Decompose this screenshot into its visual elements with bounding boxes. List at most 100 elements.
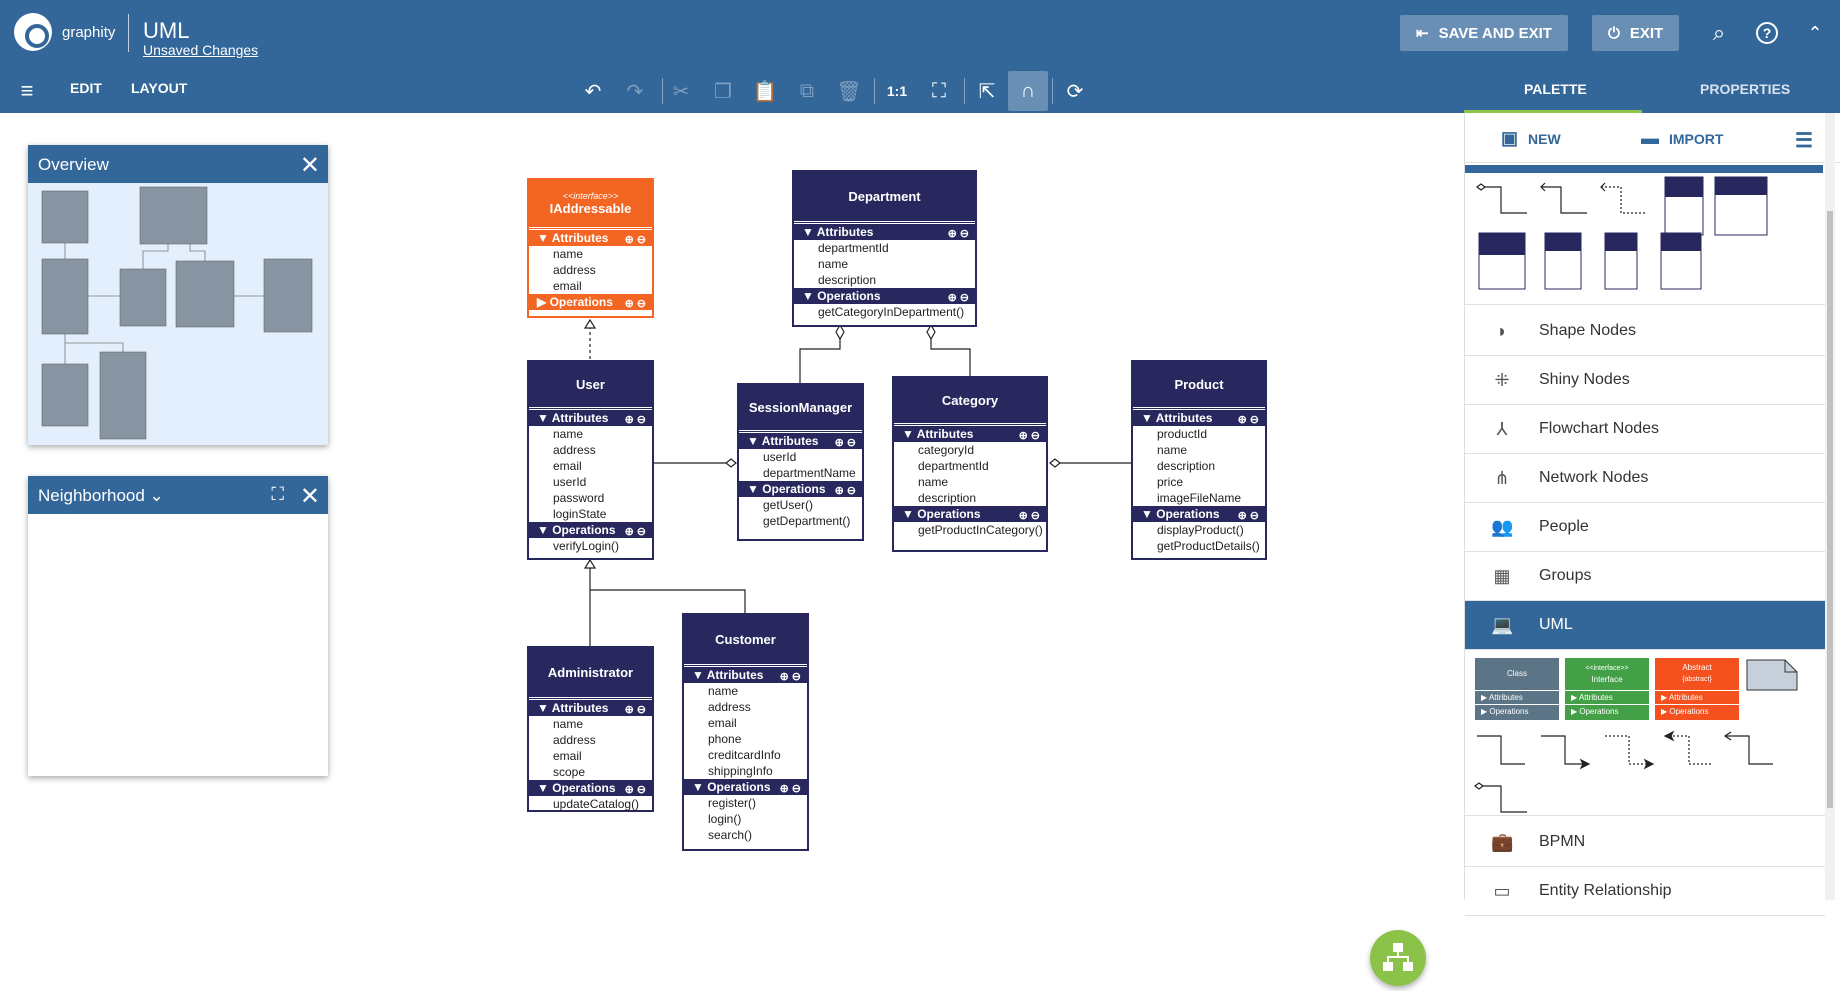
- attributes-section[interactable]: ▼ Attributes ⊕⊖: [684, 667, 807, 683]
- zoom-1-1-button[interactable]: 1:1: [882, 76, 912, 106]
- graphity-logo: [14, 13, 52, 51]
- uml-edge-palette[interactable]: [1465, 730, 1825, 816]
- attribute-item: name: [818, 257, 849, 271]
- category-people[interactable]: 👥 People: [1465, 503, 1825, 552]
- duplicate-icon[interactable]: ⧉: [792, 76, 822, 106]
- uml-class-customer[interactable]: Customer ▼ Attributes ⊕⊖ name address ema…: [682, 613, 809, 851]
- tab-properties[interactable]: PROPERTIES: [1700, 81, 1790, 97]
- palette-abstract-template[interactable]: Abstract {abstract} ▶ Attributes ▶ Operat…: [1655, 658, 1739, 720]
- tab-palette[interactable]: PALETTE: [1524, 81, 1587, 97]
- new-button[interactable]: ▣ NEW: [1501, 128, 1561, 149]
- operations-section[interactable]: ▶ Operations ⊕⊖: [529, 294, 652, 310]
- category-network-nodes[interactable]: ⋔ Network Nodes: [1465, 454, 1825, 503]
- undo-icon[interactable]: ↶: [578, 76, 608, 106]
- operations-section[interactable]: ▼ Operations ⊕⊖: [1133, 506, 1265, 522]
- snapping-icon[interactable]: ⇱: [972, 76, 1002, 106]
- attribute-item: address: [553, 443, 596, 457]
- neighborhood-title[interactable]: Neighborhood: [38, 486, 145, 505]
- chevron-down-icon[interactable]: ⌄: [150, 486, 164, 505]
- close-icon[interactable]: ✕: [300, 482, 320, 511]
- attributes-section[interactable]: ▼ Attributes ⊕⊖: [794, 224, 975, 240]
- copy-icon[interactable]: ❐: [708, 76, 738, 106]
- help-icon[interactable]: ?: [1752, 18, 1782, 48]
- close-icon[interactable]: ✕: [300, 151, 320, 180]
- collapse-icon[interactable]: ⌃: [1800, 18, 1830, 48]
- category-shiny-nodes[interactable]: ⁜ Shiny Nodes: [1465, 356, 1825, 405]
- uml-class-category[interactable]: Category ▼ Attributes ⊕⊖ categoryId depar…: [892, 376, 1048, 552]
- category-uml[interactable]: 💻 UML: [1465, 601, 1825, 650]
- uml-class-product[interactable]: Product ▼ Attributes ⊕⊖ productId name de…: [1131, 360, 1267, 560]
- category-groups[interactable]: ▦ Groups: [1465, 552, 1825, 601]
- sparkle-icon: ⁜: [1494, 369, 1510, 390]
- attributes-section[interactable]: ▼ Attributes ⊕⊖: [529, 410, 652, 426]
- category-entity-relationship[interactable]: ▭ Entity Relationship: [1465, 867, 1825, 916]
- network-icon: ⋔: [1494, 467, 1510, 488]
- operations-section[interactable]: ▼ Operations ⊕⊖: [684, 779, 807, 795]
- delete-icon[interactable]: 🗑: [834, 76, 864, 106]
- uml-class-user[interactable]: User ▼ Attributes ⊕⊖ name address email u…: [527, 360, 654, 560]
- import-button[interactable]: ▬ IMPORT: [1641, 128, 1723, 149]
- auto-layout-fab[interactable]: [1370, 930, 1426, 986]
- uml-edge-templates[interactable]: [1465, 173, 1825, 303]
- overview-minimap[interactable]: [28, 183, 328, 445]
- diagram-canvas[interactable]: <<interface>> IAddressable ▼ Attributes ⊕…: [0, 113, 1464, 986]
- palette-interface-template[interactable]: <<interface>> Interface ▶ Attributes ▶ Op…: [1565, 658, 1649, 720]
- attribute-item: departmentName: [763, 466, 856, 480]
- attributes-section[interactable]: ▼ Attributes ⊕⊖: [739, 433, 862, 449]
- save-and-exit-button[interactable]: ⇤ SAVE AND EXIT: [1400, 15, 1568, 51]
- paste-icon[interactable]: 📋: [750, 76, 780, 106]
- operations-section[interactable]: ▼ Operations ⊕⊖: [739, 481, 862, 497]
- uml-class-administrator[interactable]: Administrator ▼ Attributes ⊕⊖ name addres…: [527, 646, 654, 812]
- attribute-item: shippingInfo: [708, 764, 773, 778]
- magnet-icon[interactable]: ∩: [1008, 71, 1048, 111]
- generalization-arrowhead: [583, 558, 597, 569]
- fit-content-icon[interactable]: ⛶: [924, 76, 954, 106]
- refresh-layout-icon[interactable]: ⟳: [1060, 76, 1090, 106]
- aggregation-diamond: [835, 323, 845, 341]
- exit-button[interactable]: ⏻ EXIT: [1592, 15, 1680, 51]
- operations-section[interactable]: ▼ Operations ⊕⊖: [529, 522, 652, 538]
- laptop-icon: 💻: [1491, 614, 1514, 635]
- palette-class-template[interactable]: Class ▶ Attributes ▶ Operations: [1475, 658, 1559, 720]
- operations-section[interactable]: ▼ Operations ⊕⊖: [794, 288, 975, 304]
- operations-section[interactable]: ▼ Operations ⊕⊖: [894, 506, 1046, 522]
- attributes-section[interactable]: ▼ Attributes ⊕⊖: [529, 700, 652, 716]
- redo-icon[interactable]: ↷: [620, 76, 650, 106]
- menu-icon[interactable]: ≡: [12, 76, 42, 106]
- attribute-item: phone: [708, 732, 742, 746]
- operation-item: verifyLogin(): [553, 539, 620, 553]
- palette-scroll-cap: [1465, 165, 1823, 173]
- uml-interface-iaddressable[interactable]: <<interface>> IAddressable ▼ Attributes ⊕…: [527, 178, 654, 318]
- top-bar: graphity UML Unsaved Changes ⇤ SAVE AND …: [0, 0, 1840, 68]
- attributes-section[interactable]: ▼ Attributes ⊕⊖: [894, 426, 1046, 442]
- fullscreen-icon[interactable]: ⛶: [271, 484, 284, 505]
- divider: [662, 78, 663, 104]
- class-name: Product: [1174, 377, 1224, 392]
- edit-menu[interactable]: EDIT: [70, 80, 102, 96]
- uml-class-sessionmanager[interactable]: SessionManager ▼ Attributes ⊕⊖ userId dep…: [737, 383, 864, 541]
- palette-scrollbar-thumb[interactable]: [1827, 211, 1833, 808]
- briefcase-icon: 💼: [1491, 831, 1514, 852]
- unsaved-changes-link[interactable]: Unsaved Changes: [143, 42, 258, 58]
- cut-icon[interactable]: ✂: [666, 76, 696, 106]
- layout-menu[interactable]: LAYOUT: [131, 80, 187, 96]
- attributes-section[interactable]: ▼ Attributes ⊕⊖: [1133, 410, 1265, 426]
- previous-category-palette: [1465, 165, 1825, 305]
- attribute-item: email: [553, 749, 582, 763]
- operations-section[interactable]: ▼ Operations ⊕⊖: [529, 780, 652, 796]
- category-bpmn[interactable]: 💼 BPMN: [1465, 818, 1825, 867]
- category-flowchart-nodes[interactable]: ⅄ Flowchart Nodes: [1465, 405, 1825, 454]
- uml-class-department[interactable]: Department ▼ Attributes ⊕⊖ departmentId n…: [792, 170, 977, 327]
- hierarchy-icon: [1383, 943, 1413, 971]
- palette-note-template[interactable]: [1745, 658, 1801, 692]
- minimap-drawing: [41, 186, 313, 440]
- brand-name: graphity: [62, 24, 116, 41]
- category-shape-nodes[interactable]: ◗ Shape Nodes: [1465, 307, 1825, 356]
- overview-panel: Overview ✕: [28, 145, 328, 445]
- search-icon[interactable]: ⌕: [1704, 18, 1734, 48]
- uml-palette: Class ▶ Attributes ▶ Operations <<interf…: [1465, 650, 1825, 816]
- filter-settings-icon[interactable]: ☰: [1795, 128, 1813, 153]
- attributes-section[interactable]: ▼ Attributes ⊕⊖: [529, 230, 652, 246]
- class-name: User: [576, 377, 605, 392]
- divider: [1052, 78, 1053, 104]
